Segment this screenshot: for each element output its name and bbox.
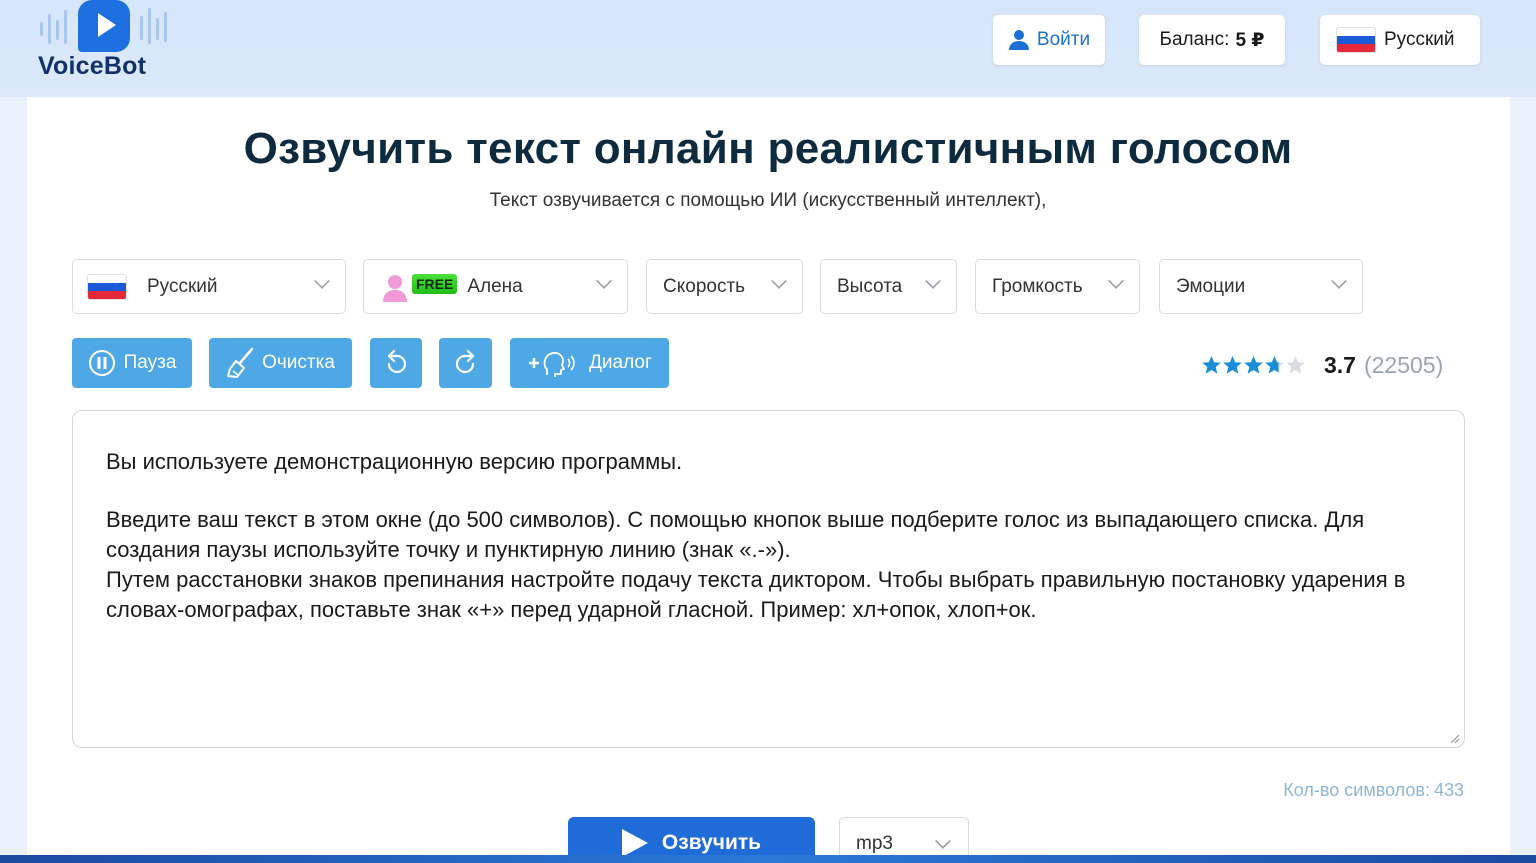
site-language-label: Русский — [1384, 29, 1455, 50]
pitch-dropdown-label: Высота — [837, 275, 903, 297]
balance-label: Баланс: — [1159, 29, 1230, 50]
site-header: VoiceBot Войти Баланс: 5 ₽ Русский — [0, 0, 1536, 97]
resize-handle-icon[interactable] — [1450, 734, 1460, 744]
synthesize-label: Озвучить — [661, 831, 762, 854]
char-count-value: 433 — [1433, 780, 1464, 800]
char-counter: Кол-во символов: 433 — [1279, 780, 1464, 801]
redo-icon — [455, 349, 474, 374]
russia-flag-icon — [87, 273, 127, 300]
balance-button[interactable]: Баланс: 5 ₽ — [1139, 15, 1285, 65]
voice-dropdown[interactable]: FREE Алена — [363, 259, 628, 314]
volume-dropdown-label: Громкость — [992, 275, 1083, 297]
emotion-dropdown[interactable]: Эмоции — [1159, 259, 1363, 314]
logo-text: VoiceBot — [38, 52, 147, 80]
volume-dropdown[interactable]: Громкость — [975, 259, 1140, 314]
play-icon — [621, 829, 648, 857]
chevron-down-icon — [1331, 273, 1347, 289]
chevron-down-icon — [1108, 273, 1124, 289]
chevron-down-icon — [925, 273, 941, 289]
clear-button[interactable]: Очистка — [209, 338, 352, 388]
editor-line-1: Вы используете демонстрационную версию п… — [106, 449, 683, 474]
pause-button[interactable]: Пауза — [72, 338, 192, 388]
rating-value: 3.7 — [1324, 351, 1356, 378]
user-icon — [1008, 30, 1029, 50]
dialog-label: Диалог — [589, 352, 652, 373]
format-label: mp3 — [856, 833, 893, 854]
pitch-dropdown[interactable]: Высота — [820, 259, 957, 314]
editor-line-2: Введите ваш текст в этом окне (до 500 си… — [106, 507, 1365, 562]
clear-label: Очистка — [262, 352, 335, 373]
add-speaker-icon — [529, 352, 575, 377]
russia-flag-icon — [1336, 27, 1376, 53]
undo-icon — [387, 349, 407, 374]
language-dropdown[interactable]: Русский — [72, 259, 346, 314]
chevron-down-icon — [935, 833, 951, 849]
speed-dropdown[interactable]: Скорость — [646, 259, 803, 314]
voicebot-logo[interactable]: VoiceBot — [36, 0, 176, 90]
star-icon[interactable] — [1264, 355, 1285, 375]
rating: 3.7 (22505) — [1201, 350, 1443, 380]
speed-dropdown-label: Скорость — [663, 275, 746, 297]
play-logo-icon — [78, 0, 130, 52]
redo-button[interactable] — [439, 338, 492, 388]
rating-stars[interactable] — [1201, 355, 1306, 375]
taskbar-strip — [0, 855, 1536, 863]
star-icon[interactable] — [1243, 355, 1264, 375]
chevron-down-icon — [596, 273, 612, 289]
login-label: Войти — [1036, 29, 1091, 50]
voice-dropdown-label: Алена — [467, 275, 523, 297]
char-count-label: Кол-во символов: — [1283, 780, 1430, 800]
free-badge: FREE — [412, 273, 458, 294]
chevron-down-icon — [314, 273, 330, 289]
female-avatar-icon — [383, 274, 407, 302]
text-input-area[interactable]: Вы используете демонстрационную версию п… — [72, 410, 1465, 748]
emotion-dropdown-label: Эмоции — [1176, 275, 1246, 297]
dialog-button[interactable]: Диалог — [510, 338, 669, 388]
rating-count: (22505) — [1363, 351, 1444, 378]
login-button[interactable]: Войти — [993, 15, 1105, 65]
pause-icon — [88, 350, 115, 376]
language-dropdown-label: Русский — [147, 275, 218, 297]
star-icon[interactable] — [1285, 355, 1306, 375]
balance-value: 5 ₽ — [1235, 29, 1265, 51]
page-title: Озвучить текст онлайн реалистичным голос… — [243, 124, 1293, 173]
broom-icon — [227, 347, 254, 378]
editor-line-3: Путем расстановки знаков препинания наст… — [106, 567, 1406, 622]
star-icon[interactable] — [1222, 355, 1243, 375]
chevron-down-icon — [771, 273, 787, 289]
page-subtitle: Текст озвучивается с помощью ИИ (искусст… — [489, 190, 1047, 211]
site-language-selector[interactable]: Русский — [1320, 15, 1480, 65]
star-icon[interactable] — [1201, 355, 1222, 375]
pause-label: Пауза — [123, 352, 177, 373]
undo-button[interactable] — [370, 338, 422, 388]
